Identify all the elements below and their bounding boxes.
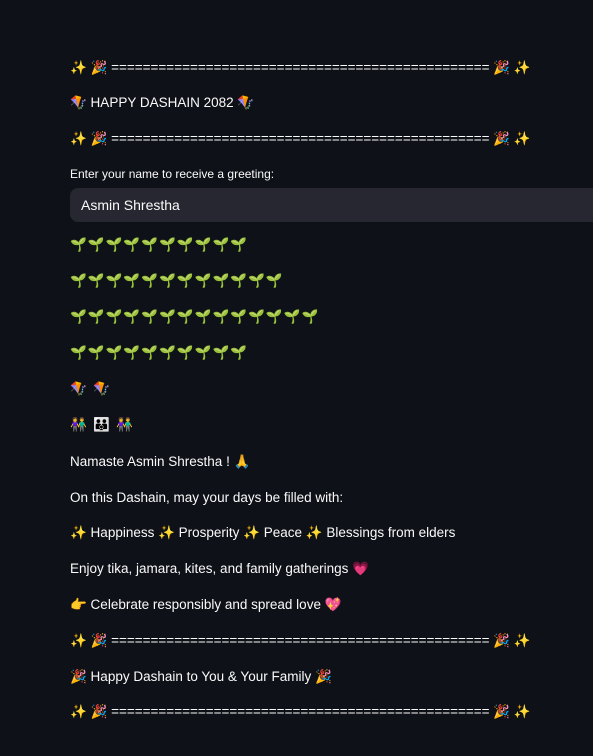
wish-intro: On this Dashain, may your days be filled… (70, 490, 344, 505)
kite-row: 🪁 🪁 (70, 381, 111, 397)
namaste-message: Namaste Asmin Shrestha ! 🙏 (70, 454, 251, 469)
family-row: 👫 👪 👫 (70, 417, 135, 433)
top-divider: ✨ 🎉 ====================================… (70, 60, 531, 75)
enjoy-line: Enjoy tika, jamara, kites, and family ga… (70, 561, 369, 576)
name-input-label: Enter your name to receive a greeting: (70, 167, 275, 181)
bottom-divider-2: ✨ 🎉 ====================================… (70, 704, 531, 719)
closing-message: 🎉 Happy Dashain to You & Your Family 🎉 (70, 669, 332, 684)
sprout-row-4: 🌱🌱🌱🌱🌱🌱🌱🌱🌱🌱 (70, 345, 249, 361)
sprout-row-2: 🌱🌱🌱🌱🌱🌱🌱🌱🌱🌱🌱🌱 (70, 273, 284, 289)
bottom-divider-1: ✨ 🎉 ====================================… (70, 633, 531, 648)
section-divider: ✨ 🎉 ====================================… (70, 131, 531, 146)
blessings-line: ✨ Happiness ✨ Prosperity ✨ Peace ✨ Bless… (70, 525, 456, 540)
celebrate-line: 👉 Celebrate responsibly and spread love … (70, 597, 342, 612)
sprout-row-1: 🌱🌱🌱🌱🌱🌱🌱🌱🌱🌱 (70, 237, 249, 253)
name-input[interactable] (70, 188, 593, 222)
sprout-row-3: 🌱🌱🌱🌱🌱🌱🌱🌱🌱🌱🌱🌱🌱🌱 (70, 309, 320, 325)
greeting-title: 🪁 HAPPY DASHAIN 2082 🪁 (70, 95, 255, 110)
